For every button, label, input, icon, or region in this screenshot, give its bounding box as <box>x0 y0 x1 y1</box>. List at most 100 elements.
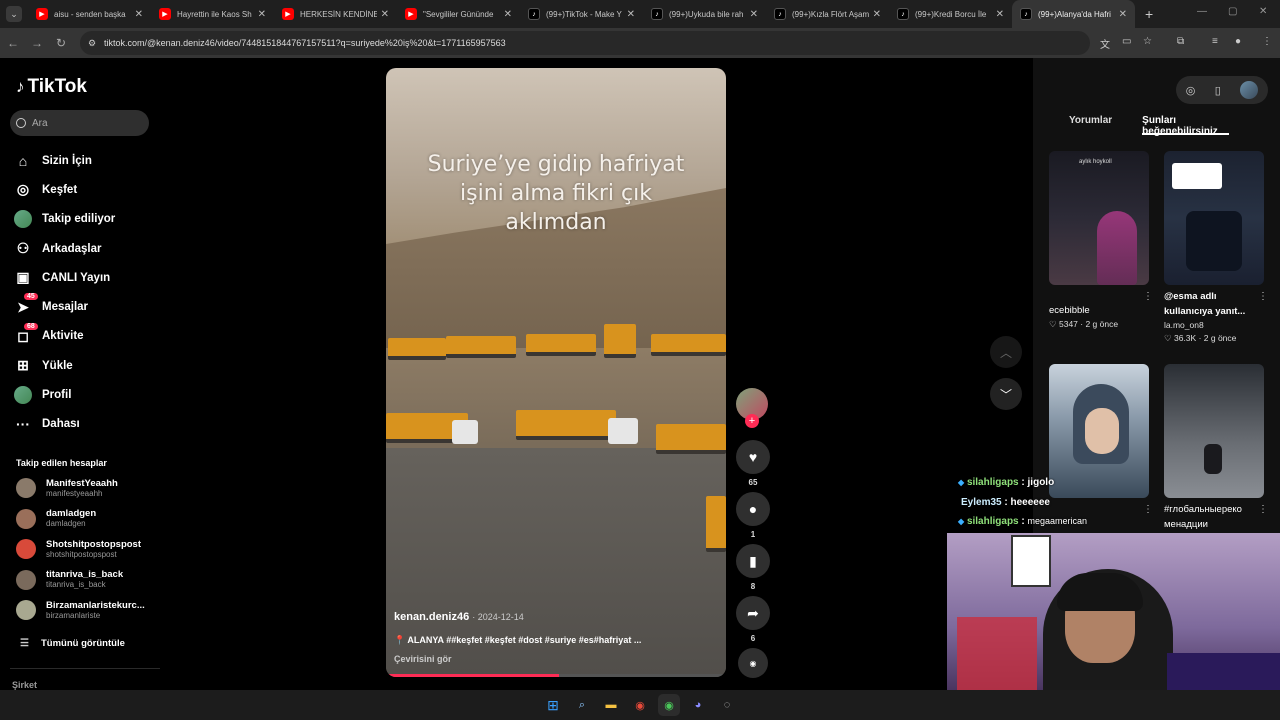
tab-title: (99+)Kredi Borcu İle <box>915 9 987 19</box>
company-link[interactable]: Şirket <box>12 680 37 690</box>
chrome-active-icon[interactable]: ◉ <box>658 694 680 716</box>
close-tab-icon[interactable]: ✕ <box>258 9 266 20</box>
browser-tab[interactable]: ♪ (99+)TikTok - Make Y ✕ <box>520 0 643 28</box>
browser-tab[interactable]: ♪ (99+)Alanya'da Hafri ✕ <box>1012 0 1135 28</box>
card-more-icon[interactable]: ⋮ <box>1258 504 1268 515</box>
browser-tab[interactable]: ▶ HERKESİN KENDİNE ✕ <box>274 0 397 28</box>
see-translation-link[interactable]: Çevirisini gör <box>394 654 452 664</box>
video-author[interactable]: kenan.deniz46 · 2024-12-14 <box>394 611 524 623</box>
youtube-icon: ▶ <box>405 8 417 20</box>
explore-icon[interactable]: ◎ <box>1186 84 1196 97</box>
sidebar-item-friends[interactable]: ⚇ Arkadaşlar <box>14 234 115 263</box>
back-icon[interactable]: ← <box>2 36 24 50</box>
cast-icon[interactable]: ▭ <box>1122 36 1131 47</box>
browser-menu-icon[interactable]: ⋮ <box>1262 36 1272 47</box>
user-avatar[interactable] <box>1240 81 1259 99</box>
url-field[interactable]: ⚙ tiktok.com/@kenan.deniz46/video/744815… <box>80 31 1090 55</box>
browser-tab[interactable]: ▶ aisu - senden başka ✕ <box>28 0 151 28</box>
reload-icon[interactable]: ↻ <box>50 36 72 50</box>
suggested-video-card[interactable]: aylık hoykoll ecebibble ♡ 5347 · 2 g önc… <box>1049 151 1153 331</box>
forward-icon[interactable]: → <box>26 36 48 50</box>
video-player[interactable]: Suriye’ye gidip hafriyat işini alma fikr… <box>386 68 726 677</box>
follow-plus-icon[interactable]: + <box>745 414 759 428</box>
maximize-icon[interactable]: ▢ <box>1228 6 1237 17</box>
site-info-icon[interactable]: ⚙ <box>88 38 96 49</box>
avatar <box>16 539 36 560</box>
file-explorer-icon[interactable]: ▬ <box>600 694 622 716</box>
sidebar-item-home[interactable]: ⌂ Sizin İçin <box>14 146 115 175</box>
sidebar-item-compass[interactable]: ◎ Keşfet <box>14 175 115 204</box>
media-icon[interactable]: ≡ <box>1212 36 1218 47</box>
card-more-icon[interactable]: ⋮ <box>1143 291 1153 302</box>
suggested-video-card[interactable]: ⋮ <box>1049 364 1153 515</box>
extensions-icon[interactable]: ⧉ <box>1177 36 1184 47</box>
video-thumbnail[interactable] <box>1164 364 1264 498</box>
browser-tab[interactable]: ♪ (99+)Uykuda bile rah ✕ <box>643 0 766 28</box>
followed-account[interactable]: Birzamanlaristekurc... birzamanlariste <box>16 596 156 624</box>
creator-avatar[interactable]: + <box>736 388 768 428</box>
browser-tab[interactable]: ▶ "Sevgililer Gününde ✕ <box>397 0 520 28</box>
tab-search-dropdown[interactable]: ⌄ <box>6 6 22 22</box>
close-tab-icon[interactable]: ✕ <box>1119 9 1127 20</box>
video-description[interactable]: 📍 ALANYA ##keşfet #keşfet #dost #suriye … <box>394 635 719 646</box>
tab-you-may-like[interactable]: Şunları beğenebilirsiniz <box>1142 115 1229 137</box>
see-all-link[interactable]: ☰ Tümünü görüntüle <box>20 638 125 649</box>
next-video-button[interactable]: ﹀ <box>990 378 1022 410</box>
video-thumbnail[interactable] <box>1049 364 1149 498</box>
account-handle: manifestyeaahh <box>46 488 103 498</box>
close-tab-icon[interactable]: ✕ <box>996 9 1004 20</box>
app-icon[interactable]: ◌ <box>716 694 738 716</box>
card-more-icon[interactable]: ⋮ <box>1258 291 1268 302</box>
sidebar-item-live[interactable]: ▣ CANLI Yayın <box>14 263 115 292</box>
video-thumbnail[interactable] <box>1164 151 1264 285</box>
chat-username: Eylem35 <box>961 496 1002 508</box>
save-button[interactable]: ▮ <box>736 544 770 578</box>
tiktok-icon: ♪ <box>1020 8 1032 20</box>
discord-icon[interactable]: ◕ <box>687 694 709 716</box>
bookmark-star-icon[interactable]: ☆ <box>1143 36 1152 47</box>
close-tab-icon[interactable]: ✕ <box>504 9 512 20</box>
card-more-icon[interactable]: ⋮ <box>1143 504 1153 515</box>
new-tab-button[interactable]: + <box>1145 6 1153 22</box>
followed-account[interactable]: ManifestYeaahh manifestyeaahh <box>16 474 156 502</box>
suggested-video-card[interactable]: @esma adlı kullanıcıya yanıt... la.mo_on… <box>1164 151 1268 345</box>
video-progress-bar[interactable] <box>386 674 726 677</box>
close-window-icon[interactable]: ✕ <box>1259 6 1267 17</box>
browser-tab[interactable]: ♪ (99+)Kızla Flört Aşam ✕ <box>766 0 889 28</box>
followed-account[interactable]: Shotshitpostopspost shotshitpostopspost <box>16 535 156 563</box>
chrome-icon[interactable]: ◉ <box>629 694 651 716</box>
minimize-icon[interactable]: — <box>1197 6 1207 17</box>
followed-account[interactable]: damladgen damladgen <box>16 505 156 533</box>
video-thumbnail[interactable]: aylık hoykoll <box>1049 151 1149 285</box>
sidebar-item-following[interactable]: Takip ediliyor <box>14 205 115 234</box>
close-tab-icon[interactable]: ✕ <box>750 9 758 20</box>
suggested-video-card[interactable]: #глобальныереко менадции ⋮ <box>1164 364 1268 532</box>
like-button[interactable]: ♥ <box>736 440 770 474</box>
device-icon[interactable]: ▯ <box>1215 84 1221 97</box>
sidebar-item-messages[interactable]: ➤ Mesajlar 45 <box>14 292 115 321</box>
windows-start-icon[interactable]: ⊞ <box>542 694 564 716</box>
sidebar-item-more[interactable]: ··· Dahası <box>14 410 115 439</box>
tiktok-icon: ♪ <box>897 8 909 20</box>
close-tab-icon[interactable]: ✕ <box>135 9 143 20</box>
tab-comments[interactable]: Yorumlar <box>1049 115 1112 135</box>
music-disc-button[interactable]: ◉ <box>738 648 768 678</box>
sidebar-item-upload[interactable]: ⊞ Yükle <box>14 351 115 380</box>
comment-button[interactable]: ● <box>736 492 770 526</box>
close-tab-icon[interactable]: ✕ <box>627 9 635 20</box>
tiktok-logo[interactable]: ♪ TikTok <box>16 76 87 98</box>
browser-tab[interactable]: ♪ (99+)Kredi Borcu İle ✕ <box>889 0 1012 28</box>
search-taskbar-icon[interactable]: ⌕ <box>571 694 593 716</box>
profile-icon[interactable]: ● <box>1235 36 1241 47</box>
share-button[interactable]: ➦ <box>736 596 770 630</box>
translate-icon[interactable]: ⽂ <box>1100 36 1110 51</box>
sidebar-item-activity[interactable]: ◻ Aktivite 68 <box>14 322 115 351</box>
followed-account[interactable]: titanriva_is_back titanriva_is_back <box>16 566 156 594</box>
previous-video-button[interactable]: ︿ <box>990 336 1022 368</box>
close-tab-icon[interactable]: ✕ <box>873 9 881 20</box>
sidebar-item-profile[interactable]: Profil <box>14 380 115 409</box>
search-input[interactable]: Ara <box>10 110 149 136</box>
browser-tab[interactable]: ▶ Hayrettin ile Kaos Sh ✕ <box>151 0 274 28</box>
close-tab-icon[interactable]: ✕ <box>381 9 389 20</box>
author-name[interactable]: kenan.deniz46 <box>394 611 469 623</box>
